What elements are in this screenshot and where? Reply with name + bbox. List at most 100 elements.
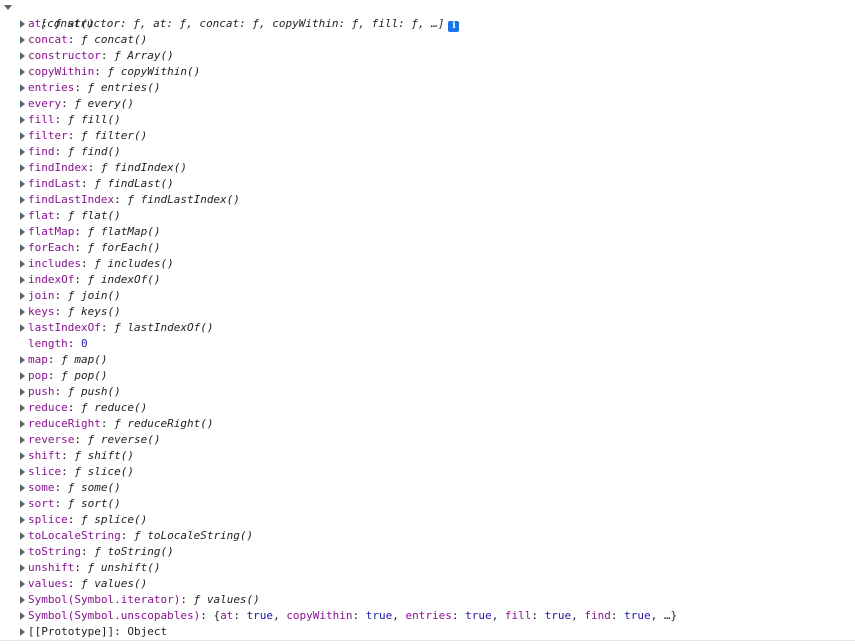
property-row-prototype[interactable]: [[Prototype]]: Object [0, 624, 855, 640]
property-row-reverse[interactable]: reverse: ƒ reverse() [0, 432, 855, 448]
expand-triangle-icon[interactable] [20, 484, 25, 492]
property-row-every[interactable]: every: ƒ every() [0, 96, 855, 112]
property-row-values[interactable]: values: ƒ values() [0, 576, 855, 592]
expand-triangle-icon[interactable] [20, 564, 25, 572]
expand-triangle-icon[interactable] [20, 404, 25, 412]
property-row-fill[interactable]: fill: ƒ fill() [0, 112, 855, 128]
property-row-tolocalestring[interactable]: toLocaleString: ƒ toLocaleString() [0, 528, 855, 544]
property-row-at[interactable]: at: ƒ at() [0, 16, 855, 32]
expand-triangle-icon[interactable] [20, 596, 25, 604]
value-token: , …} [650, 609, 678, 622]
expand-triangle-icon[interactable] [20, 116, 25, 124]
expand-triangle-icon[interactable] [20, 132, 25, 140]
property-value: ƒ flatMap() [87, 225, 161, 238]
array-prototype-header[interactable]: [constructor: ƒ, at: ƒ, concat: ƒ, copyW… [0, 0, 855, 32]
expand-triangle-icon[interactable] [20, 612, 25, 620]
expand-triangle-icon[interactable] [20, 292, 25, 300]
expand-triangle-icon[interactable] [20, 148, 25, 156]
property-row-sort[interactable]: sort: ƒ sort() [0, 496, 855, 512]
property-row-map[interactable]: map: ƒ map() [0, 352, 855, 368]
expand-triangle-icon[interactable] [20, 36, 25, 44]
property-row-slice[interactable]: slice: ƒ slice() [0, 464, 855, 480]
property-key: reduceRight [28, 417, 101, 430]
property-row-constructor[interactable]: constructor: ƒ Array() [0, 48, 855, 64]
property-row-push[interactable]: push: ƒ push() [0, 384, 855, 400]
expand-triangle-icon[interactable] [20, 260, 25, 268]
property-key: find [28, 145, 55, 158]
property-row-findlastindex[interactable]: findLastIndex: ƒ findLastIndex() [0, 192, 855, 208]
expand-triangle-icon[interactable] [20, 20, 25, 28]
property-row-join[interactable]: join: ƒ join() [0, 288, 855, 304]
property-list: at: ƒ at() concat: ƒ concat() constructor:… [0, 16, 855, 640]
property-row-splice[interactable]: splice: ƒ splice() [0, 512, 855, 528]
expand-triangle-icon[interactable] [20, 52, 25, 60]
property-row-some[interactable]: some: ƒ some() [0, 480, 855, 496]
expand-triangle-icon[interactable] [20, 196, 25, 204]
property-row-indexof[interactable]: indexOf: ƒ indexOf() [0, 272, 855, 288]
expand-triangle-icon[interactable] [20, 84, 25, 92]
value-token: true [365, 609, 393, 622]
expand-triangle-icon[interactable] [20, 100, 25, 108]
property-value: ƒ findIndex() [100, 161, 187, 174]
expand-triangle-icon[interactable] [20, 420, 25, 428]
property-row-concat[interactable]: concat: ƒ concat() [0, 32, 855, 48]
expand-triangle-icon[interactable] [20, 388, 25, 396]
property-row-find[interactable]: find: ƒ find() [0, 144, 855, 160]
property-row-flat[interactable]: flat: ƒ flat() [0, 208, 855, 224]
expand-triangle-icon[interactable] [20, 308, 25, 316]
separator: : [54, 385, 68, 398]
separator: : [41, 17, 55, 30]
property-row-symbol-symbol-iterator[interactable]: Symbol(Symbol.iterator): ƒ values() [0, 592, 855, 608]
expand-triangle-icon[interactable] [20, 180, 25, 188]
property-value: ƒ some() [67, 481, 121, 494]
expand-triangle-icon[interactable] [20, 516, 25, 524]
expand-triangle-icon[interactable] [20, 548, 25, 556]
separator: : [180, 593, 194, 606]
expand-triangle-icon[interactable] [20, 500, 25, 508]
expand-triangle-icon[interactable] [20, 244, 25, 252]
property-row-reduceright[interactable]: reduceRight: ƒ reduceRight() [0, 416, 855, 432]
expand-triangle-icon[interactable] [20, 212, 25, 220]
property-row-includes[interactable]: includes: ƒ includes() [0, 256, 855, 272]
property-row-findindex[interactable]: findIndex: ƒ findIndex() [0, 160, 855, 176]
property-row-lastindexof[interactable]: lastIndexOf: ƒ lastIndexOf() [0, 320, 855, 336]
expand-triangle-icon[interactable] [20, 580, 25, 588]
expand-triangle-icon[interactable] [20, 532, 25, 540]
expand-triangle-icon[interactable] [20, 324, 25, 332]
separator: : [47, 369, 62, 382]
property-key: findLast [28, 177, 81, 190]
property-row-entries[interactable]: entries: ƒ entries() [0, 80, 855, 96]
expand-triangle-icon[interactable] [20, 356, 25, 364]
separator: : [67, 401, 81, 414]
property-key: [[Prototype]] [28, 625, 115, 638]
property-key: every [28, 97, 62, 110]
expand-triangle-icon[interactable] [20, 628, 25, 636]
property-row-keys[interactable]: keys: ƒ keys() [0, 304, 855, 320]
property-row-reduce[interactable]: reduce: ƒ reduce() [0, 400, 855, 416]
expand-triangle-icon[interactable] [20, 468, 25, 476]
value-token: : [451, 609, 466, 622]
property-row-shift[interactable]: shift: ƒ shift() [0, 448, 855, 464]
property-row-copywithin[interactable]: copyWithin: ƒ copyWithin() [0, 64, 855, 80]
expand-triangle-icon[interactable] [20, 68, 25, 76]
expand-triangle-icon[interactable] [20, 276, 25, 284]
property-row-pop[interactable]: pop: ƒ pop() [0, 368, 855, 384]
expand-triangle-icon[interactable] [20, 436, 25, 444]
separator: : [74, 561, 88, 574]
expand-triangle-icon[interactable] [20, 372, 25, 380]
separator: : [74, 433, 88, 446]
property-key: length [28, 337, 68, 350]
collapse-triangle-icon[interactable] [4, 5, 12, 10]
property-row-symbol-symbol-unscopables[interactable]: Symbol(Symbol.unscopables): {at: true, c… [0, 608, 855, 624]
property-value: ƒ findLastIndex() [127, 193, 240, 206]
separator: : [67, 33, 81, 46]
property-row-foreach[interactable]: forEach: ƒ forEach() [0, 240, 855, 256]
expand-triangle-icon[interactable] [20, 164, 25, 172]
property-row-unshift[interactable]: unshift: ƒ unshift() [0, 560, 855, 576]
property-row-flatmap[interactable]: flatMap: ƒ flatMap() [0, 224, 855, 240]
expand-triangle-icon[interactable] [20, 452, 25, 460]
property-row-tostring[interactable]: toString: ƒ toString() [0, 544, 855, 560]
property-row-findlast[interactable]: findLast: ƒ findLast() [0, 176, 855, 192]
expand-triangle-icon[interactable] [20, 228, 25, 236]
property-row-filter[interactable]: filter: ƒ filter() [0, 128, 855, 144]
